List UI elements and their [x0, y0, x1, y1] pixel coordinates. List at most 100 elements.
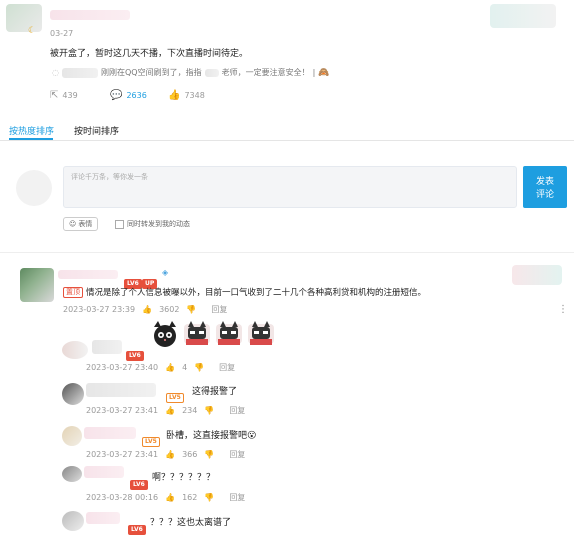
reply-button[interactable]: 回复: [219, 362, 235, 373]
sticker-row: [150, 319, 276, 349]
repost-action[interactable]: ⇱ 439: [50, 90, 78, 101]
checkbox-box[interactable]: [115, 219, 124, 229]
reply-like-count: 4: [182, 363, 188, 372]
reply-time: 2023-03-27 23:41: [86, 450, 159, 459]
moon-icon: ☾: [28, 26, 37, 36]
tabs-divider: [0, 140, 574, 141]
comment-author-blur[interactable]: [58, 270, 118, 279]
post-avatar[interactable]: [6, 4, 42, 32]
reply-time: 2023-03-27 23:40: [86, 363, 159, 372]
reply-author-blur[interactable]: [92, 340, 122, 354]
share-icon: ⇱: [50, 90, 59, 101]
emoji-icon: 🙈: [318, 67, 330, 78]
reply-avatar[interactable]: [62, 466, 82, 482]
reply-avatar[interactable]: [62, 383, 84, 405]
reply-like-icon[interactable]: 👍: [165, 493, 175, 502]
comment-action[interactable]: 💬 2636: [110, 90, 147, 101]
section-divider: [0, 252, 574, 253]
quote-mid: 老师，一定要注意安全！: [221, 68, 310, 77]
comment-text: 情况是除了个人信息被曝以外，目前一口气收到了二十几个各种高利贷和机构的注册短信。: [86, 288, 427, 298]
comment-like-count: 3602: [159, 305, 180, 314]
more-options-icon[interactable]: ⋮: [558, 304, 568, 315]
repost-label: 同时转发到我的动态: [127, 220, 190, 228]
reply-text: 这得报警了: [192, 387, 238, 397]
reply-text: 卧槽，这直接报警吧😮: [166, 431, 257, 441]
reply-text: 啊？？？？？？: [152, 473, 216, 483]
reply-author-blur[interactable]: [84, 427, 136, 439]
publish-line1: 发表: [535, 177, 554, 187]
comment-like-icon[interactable]: 👍: [142, 305, 152, 314]
comment-count: 2636: [126, 91, 147, 100]
quote-suffix: |: [312, 68, 316, 77]
emoji-label: 表情: [78, 220, 93, 228]
sticker-black-cat: [150, 319, 180, 349]
reply-like-count: 234: [182, 406, 198, 415]
reply-avatar[interactable]: [62, 341, 88, 359]
composer-avatar: [16, 170, 52, 206]
publish-comment-button[interactable]: 发表 评论: [523, 166, 567, 208]
chat-bubble-icon: ◌: [52, 68, 59, 77]
reply-like-icon[interactable]: 👍: [165, 363, 175, 372]
comment-avatar[interactable]: [20, 268, 54, 302]
repost-checkbox[interactable]: 同时转发到我的动态: [115, 219, 190, 229]
repost-count: 439: [62, 91, 78, 100]
tab-time[interactable]: 按时间排序: [74, 124, 119, 137]
reply-button[interactable]: 回复: [229, 449, 245, 460]
comment-right-blur: [512, 265, 562, 285]
comment-meta: 2023-03-27 23:39 👍 3602 👎 回复: [63, 304, 227, 315]
reply-meta: 2023-03-27 23:41 👍 234 👎 回复: [86, 405, 245, 416]
reply-dislike-icon[interactable]: 👎: [204, 450, 214, 459]
reply-author-blur[interactable]: [84, 466, 124, 478]
sticker-cat-2: [214, 319, 244, 349]
publish-line2: 评论: [535, 190, 554, 200]
sticker-cat-1: [182, 319, 212, 349]
reply-like-count: 366: [182, 450, 198, 459]
quote-author-blur: [61, 67, 98, 78]
reply-author-blur[interactable]: [86, 512, 120, 524]
like-count: 7348: [184, 91, 205, 100]
reply-level-badge: LV5: [166, 384, 184, 403]
reply-like-icon[interactable]: 👍: [165, 450, 175, 459]
comment-placeholder: 评论千万条，等你发一条: [71, 173, 148, 181]
tab-hot[interactable]: 按热度排序: [9, 124, 54, 137]
comment-time: 2023-03-27 23:39: [63, 305, 136, 314]
pin-tag: 置顶: [63, 287, 83, 298]
comment-icon: 💬: [110, 90, 123, 101]
reply-level-badge: LV5: [142, 428, 160, 447]
reply-like-icon[interactable]: 👍: [165, 406, 175, 415]
reply-button[interactable]: 回复: [229, 405, 245, 416]
like-icon: 👍: [168, 90, 181, 101]
comment-dislike-icon[interactable]: 👎: [186, 305, 196, 314]
top-right-blur: [490, 4, 556, 28]
reply-avatar[interactable]: [62, 511, 84, 531]
quote-prefix: 刚刚在QQ空间刷到了，指指: [100, 68, 202, 77]
like-action[interactable]: 👍 7348: [168, 90, 205, 101]
reply-time: 2023-03-28 00:16: [86, 493, 159, 502]
reply-level-badge: LV6: [126, 342, 144, 361]
post-text: 被开盒了，暂时这几天不播，下次直播时间待定。: [50, 49, 249, 59]
comment-reply[interactable]: 回复: [211, 304, 227, 315]
sticker-cat-3: [246, 319, 276, 349]
smile-icon: ☺: [69, 220, 77, 228]
emoji-button[interactable]: ☺ 表情: [63, 217, 99, 231]
reply-like-count: 162: [182, 493, 198, 502]
reply-meta: 2023-03-27 23:40 👍 4 👎 回复: [86, 362, 235, 373]
reply-dislike-icon[interactable]: 👎: [204, 406, 214, 415]
reply-level-badge: LV6: [130, 471, 148, 490]
reply-time: 2023-03-27 23:41: [86, 406, 159, 415]
reply-author-blur[interactable]: [86, 383, 156, 397]
post-author-name[interactable]: [50, 10, 130, 20]
reply-meta: 2023-03-28 00:16 👍 162 👎 回复: [86, 492, 245, 503]
reply-level-badge: LV6: [128, 516, 146, 535]
diamond-icon: ◈: [162, 268, 169, 277]
reply-avatar[interactable]: [62, 426, 82, 446]
reply-dislike-icon[interactable]: 👎: [194, 363, 204, 372]
reply-dislike-icon[interactable]: 👎: [204, 493, 214, 502]
reply-text: ？？？这也太离谱了: [150, 518, 232, 528]
reply-button[interactable]: 回复: [229, 492, 245, 503]
comment-textarea[interactable]: 评论千万条，等你发一条: [63, 166, 517, 208]
post-quote: ◌ 刚刚在QQ空间刷到了，指指 老师，一定要注意安全！ | 🙈: [52, 67, 330, 78]
post-date: 03-27: [50, 29, 74, 38]
reply-meta: 2023-03-27 23:41 👍 366 👎 回复: [86, 449, 245, 460]
quote-mention-blur: [204, 68, 219, 77]
